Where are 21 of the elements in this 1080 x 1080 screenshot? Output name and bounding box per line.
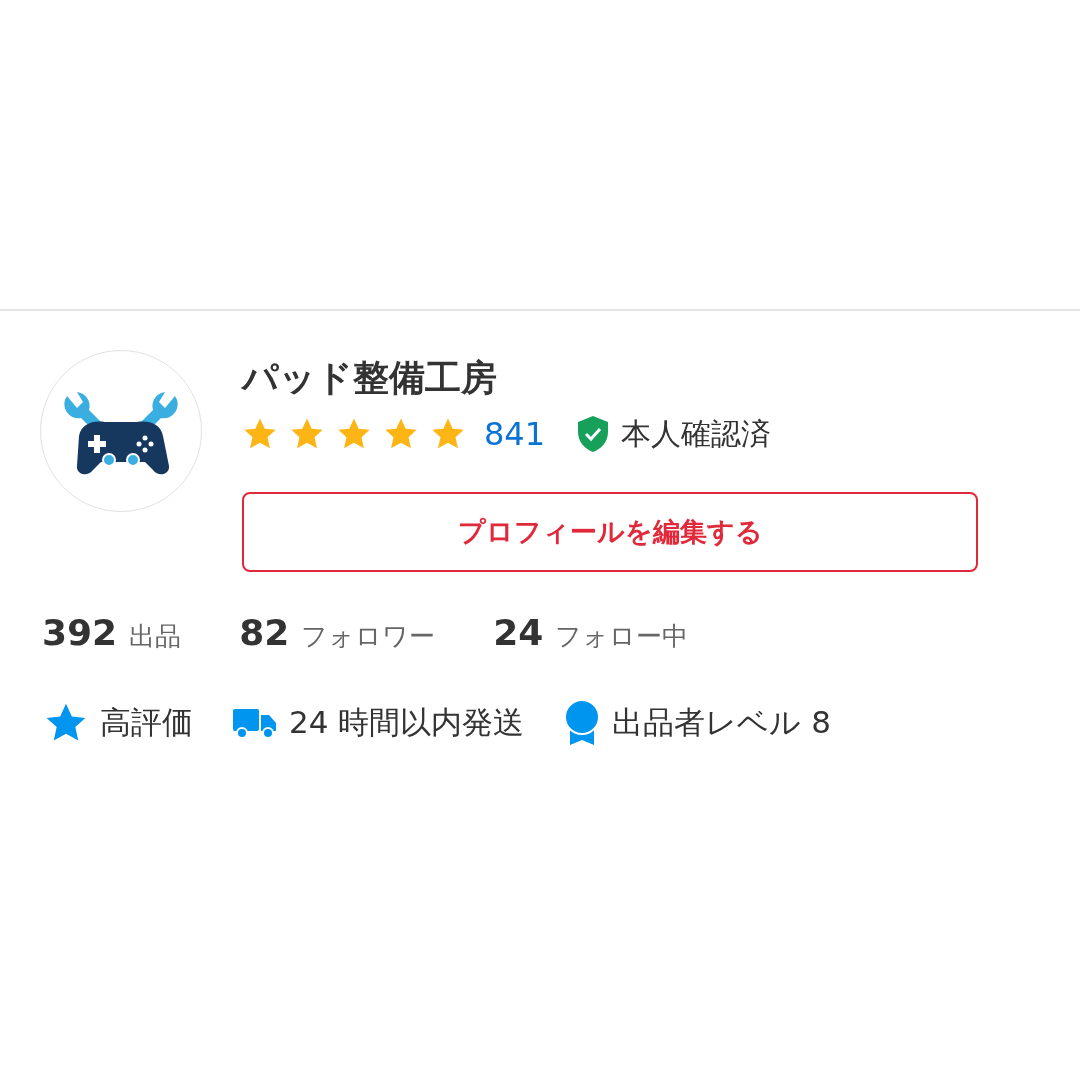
- truck-icon: [233, 707, 277, 739]
- verification-label: 本人確認済: [621, 414, 772, 453]
- stat-label: 出品: [129, 620, 182, 653]
- badge-label: 24 時間以内発送: [289, 703, 525, 742]
- badge-label: 高評価: [100, 703, 193, 742]
- star-icon: [383, 417, 419, 451]
- star-icon: [242, 417, 278, 451]
- edit-profile-button[interactable]: プロフィールを編集する: [242, 492, 978, 572]
- stat-value: 392: [42, 612, 118, 653]
- star-icon: [336, 417, 372, 451]
- badge-label: 出品者レベル 8: [612, 703, 831, 742]
- stat-value: 24: [493, 612, 544, 653]
- shield-check-icon: [577, 416, 610, 452]
- shop-name: パッド整備工房: [242, 356, 498, 400]
- stat-value: 82: [239, 612, 290, 653]
- stat-label: フォロワー: [301, 620, 436, 653]
- stat-label: フォロー中: [555, 620, 689, 653]
- review-count[interactable]: 841: [484, 415, 546, 453]
- medal-icon: [564, 700, 601, 746]
- star-icon: [289, 417, 325, 451]
- star-icon: [430, 417, 466, 451]
